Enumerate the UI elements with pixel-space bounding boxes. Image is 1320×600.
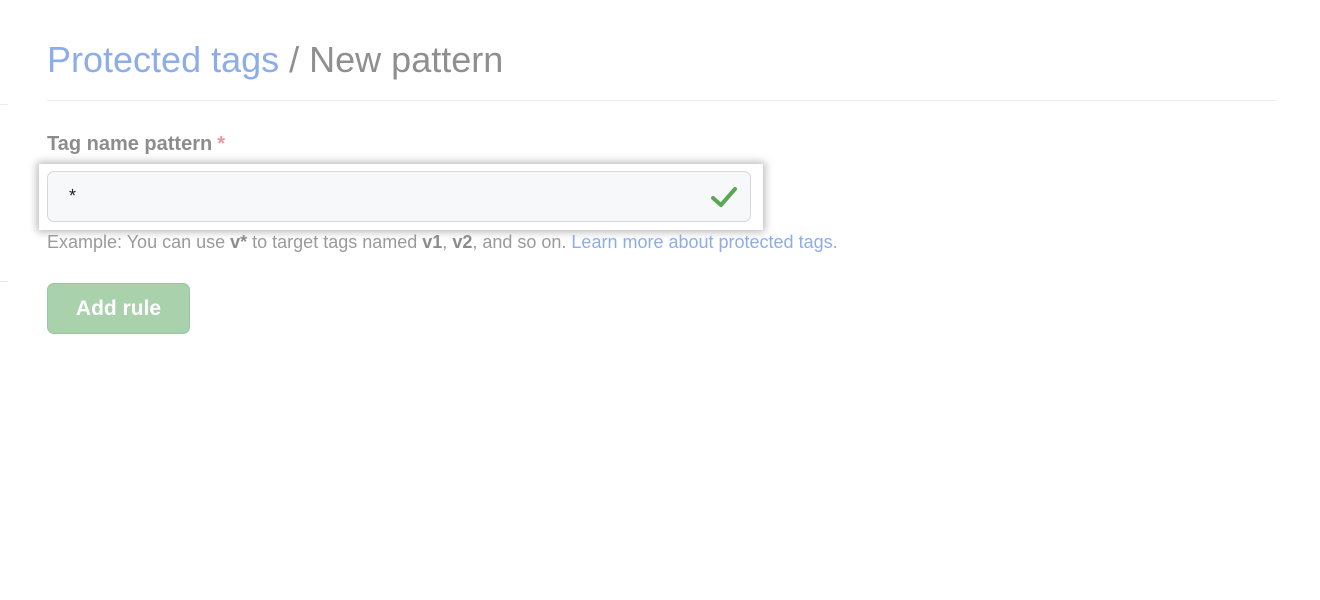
help-text: Example: You can use v* to target tags n… (47, 230, 838, 254)
breadcrumb-protected-tags-link[interactable]: Protected tags (47, 39, 279, 80)
learn-more-link[interactable]: Learn more about protected tags. (571, 232, 837, 252)
tag-name-pattern-label-text: Tag name pattern (47, 133, 213, 155)
page-header: Protected tags / New pattern (47, 38, 1276, 101)
left-panel-divider (0, 104, 8, 105)
breadcrumb-separator: / (279, 39, 310, 80)
help-text-middle: to target tags named (247, 232, 423, 252)
left-panel-divider (0, 281, 8, 282)
help-code-example: v* (230, 232, 248, 252)
check-icon (711, 187, 737, 207)
help-text-prefix: Example: You can use (47, 232, 231, 252)
breadcrumb-current-page: New pattern (309, 39, 504, 80)
add-rule-button[interactable]: Add rule (47, 283, 190, 334)
tag-name-pattern-input[interactable] (47, 171, 751, 222)
help-example-v1: v1 (422, 232, 443, 252)
required-marker: * (217, 133, 226, 155)
help-text-suffix: , and so on. (472, 232, 572, 252)
help-example-v2: v2 (452, 232, 473, 252)
help-text-comma: , (442, 232, 453, 252)
page-title: Protected tags / New pattern (47, 38, 1276, 82)
tag-name-pattern-label: Tag name pattern * (47, 131, 225, 157)
